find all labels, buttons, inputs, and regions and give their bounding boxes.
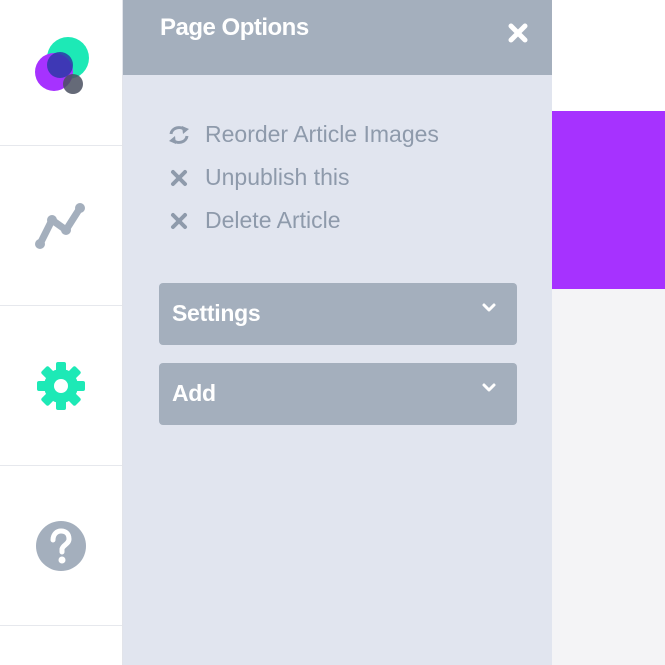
analytics-icon xyxy=(35,202,85,249)
page-options-panel: Page Options Reorder Article Images Unpu… xyxy=(123,0,552,665)
chevron-down-icon xyxy=(482,303,496,312)
add-accordion-label: Add xyxy=(172,380,216,406)
reorder-images-action[interactable]: Reorder Article Images xyxy=(168,113,439,156)
content-top-area xyxy=(552,0,665,111)
reorder-images-label: Reorder Article Images xyxy=(205,121,439,147)
settings-accordion-label: Settings xyxy=(172,300,261,326)
close-icon xyxy=(508,23,528,43)
left-rail xyxy=(0,0,123,665)
delete-article-label: Delete Article xyxy=(205,207,341,233)
delete-article-action[interactable]: Delete Article xyxy=(168,199,439,242)
rail-item-settings[interactable] xyxy=(0,306,122,466)
panel-title: Page Options xyxy=(160,14,309,41)
unpublish-action[interactable]: Unpublish this xyxy=(168,156,439,199)
chevron-down-icon xyxy=(482,383,496,392)
x-icon xyxy=(168,210,190,232)
add-accordion[interactable]: Add xyxy=(159,363,517,425)
help-icon xyxy=(36,520,86,571)
app-root: Page Options Reorder Article Images Unpu… xyxy=(0,0,665,665)
hero-banner xyxy=(552,111,665,289)
rail-item-home[interactable] xyxy=(0,0,122,146)
page-content xyxy=(552,0,665,665)
settings-accordion[interactable]: Settings xyxy=(159,283,517,345)
refresh-icon xyxy=(168,124,190,146)
gear-icon xyxy=(37,361,85,410)
page-actions: Reorder Article Images Unpublish this De… xyxy=(168,113,439,242)
x-icon xyxy=(168,167,190,189)
close-button[interactable] xyxy=(503,18,533,48)
app-logo xyxy=(35,36,89,94)
rail-item-analytics[interactable] xyxy=(0,146,122,306)
panel-header: Page Options xyxy=(123,0,552,75)
unpublish-label: Unpublish this xyxy=(205,164,350,190)
rail-item-help[interactable] xyxy=(0,466,122,626)
